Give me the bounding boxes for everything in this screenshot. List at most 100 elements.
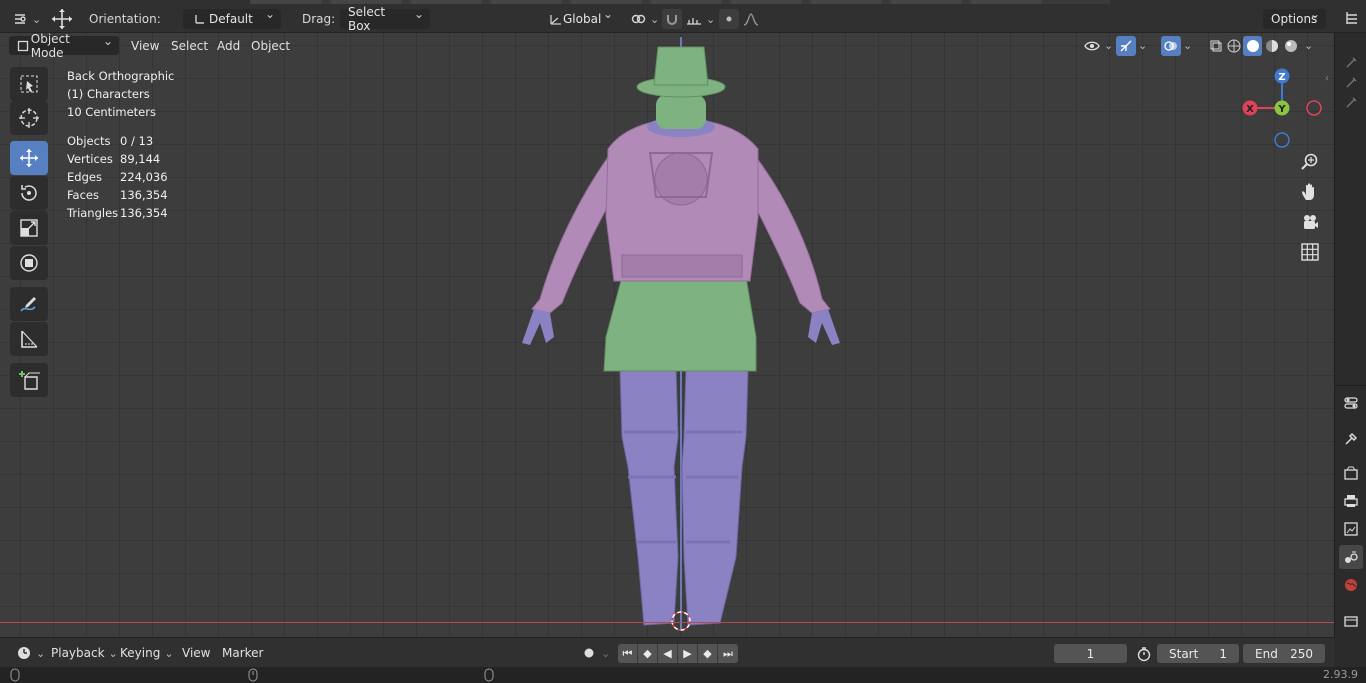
workspace-tab[interactable] — [570, 0, 642, 4]
gizmo-neg-z[interactable] — [1274, 132, 1290, 148]
timeline-view-menu[interactable]: View — [176, 643, 216, 663]
tool-properties-icon[interactable] — [1339, 427, 1363, 451]
playback-menu[interactable]: Playback ⌄ — [45, 643, 124, 663]
snap-increment-icon — [684, 9, 704, 29]
keying-label: Keying — [120, 646, 161, 660]
editor-type-button[interactable]: ⌄ — [10, 9, 41, 29]
shading-options-chevron[interactable]: ⌄ — [1304, 39, 1313, 52]
start-frame-field[interactable]: Start 1 — [1157, 644, 1239, 663]
play-icon[interactable]: ▶ — [678, 644, 698, 663]
end-frame-field[interactable]: End 250 — [1243, 644, 1325, 663]
workspace-tab[interactable] — [330, 0, 402, 4]
cursor-tool[interactable] — [10, 101, 48, 135]
stat-value: 224,036 — [120, 170, 168, 184]
preview-range-icon[interactable] — [1134, 644, 1154, 664]
menu-view[interactable]: View — [125, 36, 165, 55]
annotate-tool[interactable] — [10, 287, 48, 321]
solid-shading-icon[interactable] — [1243, 35, 1262, 56]
gizmo-icon — [1116, 35, 1136, 56]
jump-keyframe-back-icon[interactable]: ◆ — [638, 644, 658, 663]
xray-icon — [1206, 36, 1226, 56]
play-reverse-icon[interactable]: ◀ — [658, 644, 678, 663]
rendered-shading-icon[interactable] — [1281, 36, 1300, 56]
rotate-tool[interactable] — [10, 176, 48, 210]
stat-row: Faces 136,354 — [67, 186, 174, 204]
jump-keyframe-forward-icon[interactable]: ◆ — [698, 644, 718, 663]
navigation-gizmo[interactable]: Z X Y — [1238, 68, 1326, 148]
zoom-button[interactable] — [1296, 148, 1324, 176]
stat-value: 0 / 13 — [120, 134, 154, 148]
menu-add[interactable]: Add — [211, 36, 246, 55]
gizmo-y-axis[interactable]: Y — [1274, 100, 1290, 116]
transform-orientation-dropdown[interactable]: Global — [541, 7, 619, 29]
falloff-dropdown[interactable] — [741, 9, 761, 29]
wireframe-shading-icon[interactable] — [1224, 36, 1243, 56]
grid-icon — [1301, 243, 1319, 261]
proportional-editing-toggle[interactable] — [719, 9, 739, 29]
options-dropdown[interactable]: Options — [1263, 7, 1326, 29]
character-model[interactable] — [510, 37, 850, 637]
object-mode-dropdown[interactable]: Object Mode — [9, 33, 119, 60]
workspace-tab[interactable] — [890, 0, 962, 4]
outliner-restrict-icon[interactable] — [1339, 91, 1363, 115]
stat-value: 89,144 — [120, 152, 161, 166]
move-icon — [20, 149, 38, 167]
viewport-header: Object Mode View Select Add Object ⌄ ⌄ ⌄ — [0, 33, 1334, 60]
marker-menu[interactable]: Marker — [216, 643, 269, 663]
outliner-editor-icon[interactable] — [1342, 8, 1362, 28]
select-box-tool[interactable] — [10, 67, 48, 101]
3d-viewport[interactable]: Object Mode View Select Add Object ⌄ ⌄ ⌄ — [0, 33, 1334, 637]
view-layer-properties-icon[interactable] — [1339, 517, 1363, 541]
character-coat-skirt — [603, 276, 757, 372]
orientation-dropdown[interactable]: Default — [183, 7, 281, 29]
keying-menu[interactable]: Keying ⌄ — [114, 643, 180, 663]
gizmo-neg-x[interactable] — [1306, 100, 1322, 116]
snap-toggle[interactable] — [662, 9, 682, 29]
camera-view-button[interactable] — [1296, 208, 1324, 236]
overlays-icon — [1161, 35, 1181, 56]
stat-label: Vertices — [67, 152, 113, 166]
ortho-toggle-button[interactable] — [1296, 238, 1324, 266]
output-properties-icon[interactable] — [1339, 489, 1363, 513]
gizmo-z-axis[interactable]: Z — [1274, 68, 1290, 84]
properties-editor-icon[interactable] — [1339, 391, 1363, 415]
snap-target-dropdown[interactable]: ⌄ — [684, 9, 715, 29]
add-cube-tool[interactable] — [10, 363, 48, 397]
workspace-tab[interactable] — [730, 0, 802, 4]
workspace-tab[interactable] — [250, 0, 322, 4]
menu-select[interactable]: Select — [165, 36, 214, 55]
scale-tool[interactable] — [10, 211, 48, 245]
material-shading-icon[interactable] — [1262, 36, 1281, 56]
scene-properties-icon[interactable] — [1339, 545, 1363, 569]
transform-tool-icon[interactable] — [50, 9, 74, 29]
workspace-tab[interactable] — [410, 0, 482, 4]
orientation-label: Orientation: — [89, 12, 161, 26]
move-tool[interactable] — [10, 141, 48, 175]
world-properties-icon[interactable] — [1339, 573, 1363, 597]
collection-properties-icon[interactable] — [1339, 609, 1363, 633]
drag-dropdown[interactable]: Select Box — [340, 5, 430, 33]
workspace-tab[interactable] — [490, 0, 562, 4]
pivot-point-dropdown[interactable]: ⌄ — [628, 9, 659, 29]
pan-button[interactable] — [1296, 178, 1324, 206]
proportional-editing-icon — [719, 9, 739, 29]
workspace-tab[interactable] — [810, 0, 882, 4]
transform-tool[interactable] — [10, 246, 48, 280]
left-mouse-icon — [10, 668, 20, 683]
jump-start-icon[interactable]: ⏮ — [618, 644, 638, 663]
timeline-corner — [1334, 637, 1366, 667]
gizmo-y-label: Y — [1277, 104, 1286, 115]
render-properties-icon[interactable] — [1339, 461, 1363, 485]
measure-tool[interactable] — [10, 322, 48, 356]
workspace-tab[interactable] — [650, 0, 722, 4]
middle-mouse-icon — [248, 668, 258, 683]
gizmo-toggle[interactable]: ⌄ — [1110, 35, 1153, 56]
menu-object[interactable]: Object — [245, 36, 296, 55]
overlays-toggle[interactable]: ⌄ — [1155, 35, 1198, 56]
sidebar-collapse-arrow[interactable]: ‹ — [1325, 73, 1329, 84]
jump-end-icon[interactable]: ⏭ — [718, 644, 738, 663]
auto-keying-toggle[interactable]: ⌄ — [573, 643, 616, 663]
current-frame-field[interactable]: 1 — [1054, 644, 1127, 663]
workspace-tab[interactable] — [970, 0, 1042, 4]
gizmo-x-axis[interactable]: X — [1242, 100, 1258, 116]
